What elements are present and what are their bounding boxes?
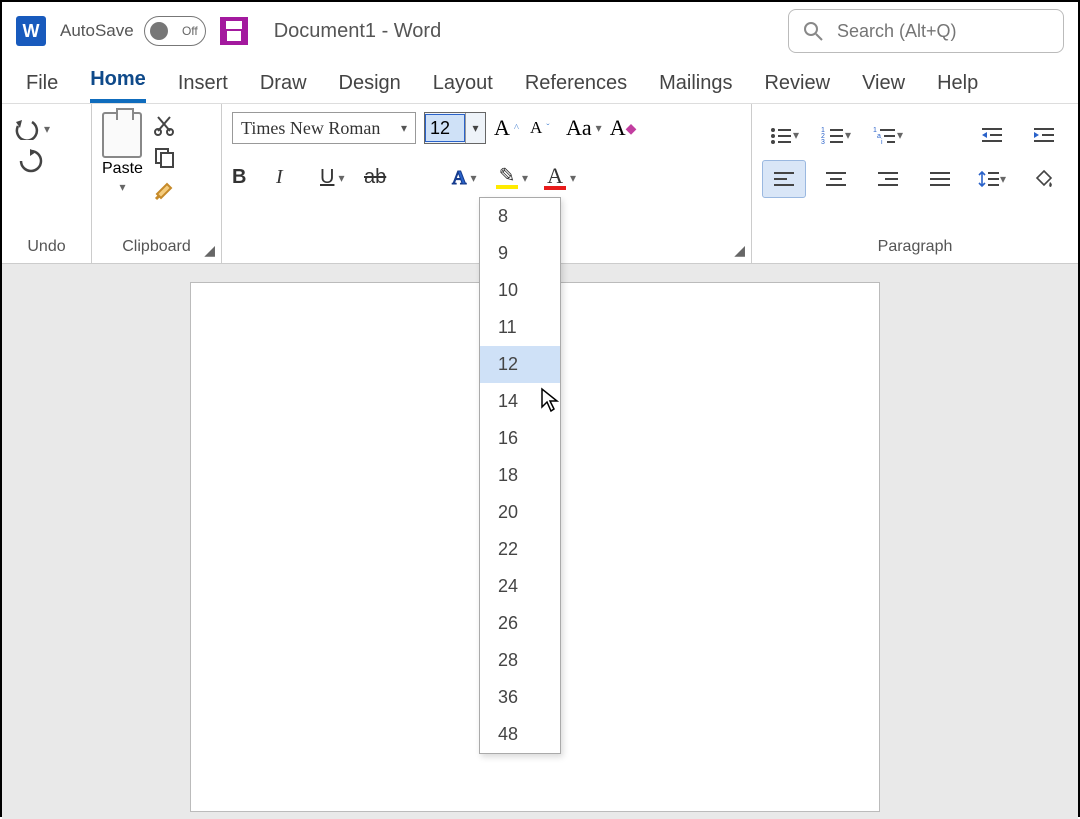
svg-text:3: 3: [821, 139, 825, 144]
align-left-button[interactable]: [762, 160, 806, 198]
font-size-option-selected[interactable]: 12: [480, 346, 560, 383]
toggle-switch[interactable]: Off: [144, 16, 206, 46]
shading-button[interactable]: [1022, 160, 1066, 198]
group-clipboard: Paste ▾ Clipboard ◢: [92, 104, 222, 263]
tab-insert[interactable]: Insert: [178, 72, 228, 103]
group-paragraph: ▾ 123▾ 1ai▾ ▾ Paragraph: [752, 104, 1078, 263]
group-undo: ▾ Undo: [2, 104, 92, 263]
bold-button[interactable]: B: [232, 166, 260, 189]
font-size-option[interactable]: 18: [480, 457, 560, 494]
multilevel-list-button[interactable]: 1ai▾: [866, 116, 910, 154]
svg-text:i: i: [881, 139, 883, 144]
search-box[interactable]: [788, 9, 1064, 53]
dialog-launcher-icon[interactable]: ◢: [204, 242, 215, 259]
autosave-state: Off: [182, 24, 198, 38]
paste-button[interactable]: Paste ▾: [102, 112, 143, 194]
change-case-button[interactable]: Aa▾: [566, 115, 602, 141]
tab-layout[interactable]: Layout: [433, 72, 493, 103]
underline-button[interactable]: U▾: [320, 166, 348, 189]
search-input[interactable]: [835, 20, 1071, 43]
font-size-input[interactable]: [425, 114, 465, 142]
font-size-option[interactable]: 36: [480, 679, 560, 716]
font-size-dropdown[interactable]: 8 9 10 11 12 14 16 18 20 22 24 26 28 36 …: [479, 197, 561, 754]
chevron-down-icon: ▾: [44, 122, 50, 136]
tab-references[interactable]: References: [525, 72, 627, 103]
autosave-toggle[interactable]: AutoSave Off: [60, 16, 206, 46]
font-size-option[interactable]: 20: [480, 494, 560, 531]
italic-button[interactable]: I: [276, 166, 304, 189]
font-size-dropdown-button[interactable]: ▾: [465, 113, 485, 143]
increase-font-size-button[interactable]: A^: [494, 115, 522, 141]
chevron-down-icon: ▾: [119, 180, 125, 194]
font-size-option[interactable]: 28: [480, 642, 560, 679]
font-size-select[interactable]: ▾: [424, 112, 486, 144]
group-label-clipboard: Clipboard: [102, 235, 211, 259]
font-name-select[interactable]: Times New Roman ▾: [232, 112, 416, 144]
tab-review[interactable]: Review: [764, 72, 830, 103]
strikethrough-button[interactable]: ab: [364, 166, 392, 189]
copy-button[interactable]: [153, 146, 177, 168]
tab-design[interactable]: Design: [339, 72, 401, 103]
font-size-option[interactable]: 16: [480, 420, 560, 457]
tab-mailings[interactable]: Mailings: [659, 72, 732, 103]
ribbon-tabs: File Home Insert Draw Design Layout Refe…: [2, 60, 1078, 104]
tab-view[interactable]: View: [862, 72, 905, 103]
align-center-button[interactable]: [814, 160, 858, 198]
clipboard-icon: [102, 112, 142, 158]
tab-draw[interactable]: Draw: [260, 72, 307, 103]
title-bar: W AutoSave Off Document1 - Word: [2, 2, 1078, 60]
font-size-option[interactable]: 24: [480, 568, 560, 605]
font-size-option[interactable]: 11: [480, 309, 560, 346]
line-spacing-button[interactable]: ▾: [970, 160, 1014, 198]
text-effects-button[interactable]: A▾: [452, 169, 480, 187]
decrease-font-size-button[interactable]: Aˇ: [530, 118, 558, 138]
undo-button[interactable]: ▾: [12, 118, 50, 140]
save-icon[interactable]: [220, 17, 248, 45]
font-size-option[interactable]: 26: [480, 605, 560, 642]
autosave-label: AutoSave: [60, 21, 134, 41]
format-painter-button[interactable]: [153, 178, 177, 202]
font-size-option[interactable]: 8: [480, 198, 560, 235]
align-right-button[interactable]: [866, 160, 910, 198]
mouse-cursor-icon: [540, 387, 560, 413]
font-size-option[interactable]: 48: [480, 716, 560, 753]
font-size-option[interactable]: 10: [480, 272, 560, 309]
font-name-value: Times New Roman: [241, 118, 380, 139]
increase-indent-button[interactable]: [1022, 116, 1066, 154]
decrease-indent-button[interactable]: [970, 116, 1014, 154]
search-icon: [803, 21, 823, 41]
chevron-down-icon: ▾: [401, 121, 407, 136]
font-color-button[interactable]: A▾: [544, 166, 576, 190]
clear-formatting-button[interactable]: A◆: [610, 115, 638, 141]
highlight-button[interactable]: ✎▾: [496, 167, 528, 189]
word-logo-icon: W: [16, 16, 46, 46]
justify-button[interactable]: [918, 160, 962, 198]
document-title: Document1 - Word: [274, 20, 441, 43]
toggle-knob-icon: [150, 22, 168, 40]
cut-button[interactable]: [153, 114, 177, 136]
font-size-option[interactable]: 9: [480, 235, 560, 272]
font-size-option[interactable]: 22: [480, 531, 560, 568]
dialog-launcher-icon[interactable]: ◢: [734, 242, 745, 259]
tab-home[interactable]: Home: [90, 68, 146, 103]
group-label-paragraph: Paragraph: [762, 235, 1068, 259]
repeat-button[interactable]: [18, 148, 44, 174]
tab-file[interactable]: File: [26, 72, 58, 103]
bullet-list-button[interactable]: ▾: [762, 116, 806, 154]
numbered-list-button[interactable]: 123▾: [814, 116, 858, 154]
tab-help[interactable]: Help: [937, 72, 978, 103]
group-label-undo: Undo: [12, 235, 81, 259]
paste-label: Paste: [102, 160, 143, 178]
